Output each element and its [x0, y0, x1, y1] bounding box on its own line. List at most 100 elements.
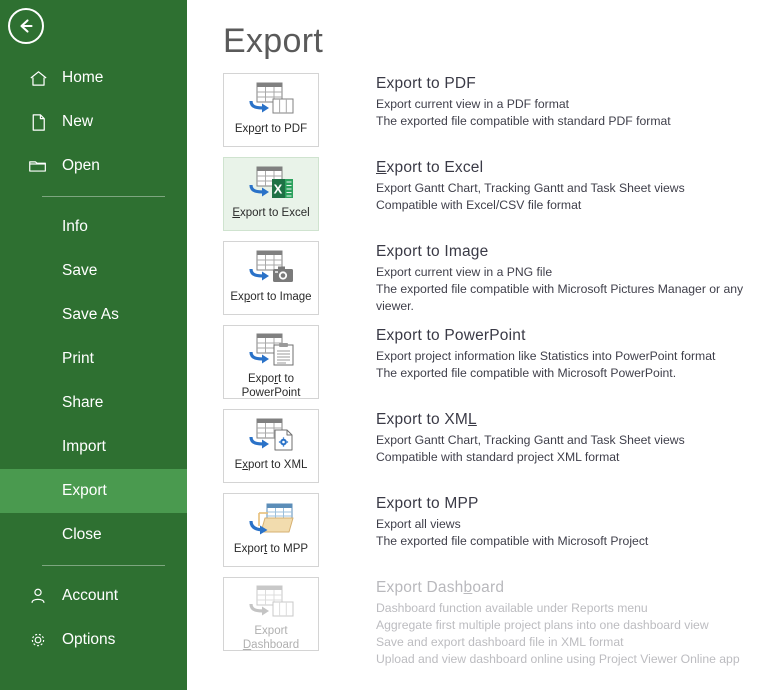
export-row-mpp: Export to MPP Export to MPP Export all v… — [223, 493, 768, 577]
option-title: Export to Image — [376, 243, 489, 260]
export-to-excel-icon: X — [245, 164, 297, 204]
export-dashboard-icon — [245, 584, 297, 622]
option-title: Export to PowerPoint — [376, 327, 526, 344]
export-to-xml-icon — [245, 416, 297, 456]
export-dashboard-description: Export Dashboard Dashboard function avai… — [376, 577, 740, 668]
option-line: Export Gantt Chart, Tracking Gantt and T… — [376, 433, 685, 447]
sidebar-item-export[interactable]: Export — [0, 469, 187, 513]
export-to-excel-button[interactable]: X Export to Excel — [223, 157, 319, 231]
option-line: Upload and view dashboard online using P… — [376, 652, 740, 666]
tile-label: Export to Image — [228, 290, 313, 304]
export-mpp-description: Export to MPP Export all views The expor… — [376, 493, 648, 550]
option-title: Export to PDF — [376, 75, 476, 92]
option-line: The exported file compatible with standa… — [376, 114, 671, 128]
sidebar-item-label: Print — [62, 350, 94, 367]
sidebar-item-label: Close — [62, 526, 102, 543]
sidebar-item-options[interactable]: Options — [0, 618, 187, 662]
backstage-export-screen: Home New Open Info Save Save As Print Sh… — [0, 0, 768, 690]
option-title: Export to XML — [376, 411, 477, 428]
option-line: Save and export dashboard file in XML fo… — [376, 635, 624, 649]
sidebar-item-label: Options — [62, 631, 116, 648]
sidebar-item-label: Account — [62, 587, 119, 604]
tile-label-line1: Export to Image — [230, 291, 312, 303]
sidebar-item-label: Home — [62, 69, 104, 86]
tile-label-line1: Export to PDF — [234, 123, 308, 135]
sidebar-item-label: New — [62, 113, 94, 130]
sidebar-item-save-as[interactable]: Save As — [0, 293, 187, 337]
export-to-pdf-button[interactable]: Export to PDF — [223, 73, 319, 147]
export-image-description: Export to Image Export current view in a… — [376, 241, 768, 315]
sidebar-item-print[interactable]: Print — [0, 337, 187, 381]
sidebar-divider-bottom — [42, 565, 165, 566]
option-line: Compatible with standard project XML for… — [376, 450, 620, 464]
export-row-image: Export to Image Export to Image Export c… — [223, 241, 768, 325]
sidebar-item-label: Import — [62, 438, 106, 455]
export-to-xml-button[interactable]: Export to XML — [223, 409, 319, 483]
export-xml-description: Export to XML Export Gantt Chart, Tracki… — [376, 409, 685, 466]
export-powerpoint-description: Export to PowerPoint Export project info… — [376, 325, 715, 382]
option-line: Aggregate first multiple project plans i… — [376, 618, 709, 632]
export-row-excel: X Export to Excel Export to Excel Export… — [223, 157, 768, 241]
tile-label-line1: Export to MPP — [233, 543, 309, 555]
export-to-powerpoint-icon — [245, 332, 297, 370]
sidebar-item-save[interactable]: Save — [0, 249, 187, 293]
sidebar-item-label: Export — [62, 482, 107, 499]
sidebar-item-label: Info — [62, 218, 88, 235]
sidebar-item-label: Open — [62, 157, 100, 174]
tile-label-line1: Export — [254, 625, 288, 637]
tile-label: Export Dashboard — [241, 624, 301, 652]
export-to-mpp-button[interactable]: Export to MPP — [223, 493, 319, 567]
option-title: Export to Excel — [376, 159, 484, 176]
tile-label: Export to MPP — [232, 542, 310, 556]
home-icon — [18, 68, 58, 89]
sidebar-item-label: Save As — [62, 306, 119, 323]
sidebar-divider-top — [42, 196, 165, 197]
export-to-powerpoint-button[interactable]: Export to PowerPoint — [223, 325, 319, 399]
sidebar-item-new[interactable]: New — [0, 100, 187, 144]
option-line: The exported file compatible with Micros… — [376, 534, 649, 548]
back-arrow-icon — [16, 16, 36, 36]
export-pdf-description: Export to PDF Export current view in a P… — [376, 73, 671, 130]
sidebar-item-share[interactable]: Share — [0, 381, 187, 425]
sidebar-item-home[interactable]: Home — [0, 56, 187, 100]
option-title: Export to MPP — [376, 495, 479, 512]
sidebar-bottom-group: Account Options — [0, 574, 187, 662]
option-title: Export Dashboard — [376, 579, 505, 596]
gear-icon — [18, 630, 58, 650]
option-line: Compatible with Excel/CSV file format — [376, 198, 582, 212]
sidebar-item-close[interactable]: Close — [0, 513, 187, 557]
sidebar-item-account[interactable]: Account — [0, 574, 187, 618]
option-line: Export all views — [376, 517, 461, 531]
option-line: Export project information like Statisti… — [376, 349, 716, 363]
sidebar-item-label: Save — [62, 262, 98, 279]
backstage-sidebar: Home New Open Info Save Save As Print Sh… — [0, 0, 187, 690]
tile-label: Export to XML — [233, 458, 310, 472]
tile-label-line2: PowerPoint — [241, 387, 301, 399]
export-to-image-icon — [245, 248, 297, 288]
sidebar-mid-group: Info Save Save As Print Share Import Exp… — [0, 205, 187, 557]
export-to-mpp-icon — [245, 500, 297, 540]
tile-label: Export to PDF — [233, 122, 309, 136]
sidebar-top-group: Home New Open — [0, 56, 187, 188]
tile-label: Export to Excel — [230, 206, 311, 220]
back-button[interactable] — [8, 8, 44, 44]
open-folder-icon — [18, 155, 58, 177]
tile-label-line1: Export to XML — [234, 459, 308, 471]
export-row-xml: Export to XML Export to XML Export Gantt… — [223, 409, 768, 493]
new-document-icon — [18, 112, 58, 133]
export-dashboard-button: Export Dashboard — [223, 577, 319, 651]
sidebar-item-import[interactable]: Import — [0, 425, 187, 469]
page-title: Export — [223, 22, 324, 60]
sidebar-item-open[interactable]: Open — [0, 144, 187, 188]
option-line: Export current view in a PNG file — [376, 265, 553, 279]
export-main-panel: Export Export to PDF Export to PDF Expor… — [187, 0, 768, 690]
tile-label-line1: Export to — [247, 373, 295, 385]
export-row-dashboard: Export Dashboard Export Dashboard Dashbo… — [223, 577, 768, 673]
sidebar-item-info[interactable]: Info — [0, 205, 187, 249]
option-line: Dashboard function available under Repor… — [376, 601, 648, 615]
tile-label: Export to PowerPoint — [240, 372, 303, 400]
svg-text:X: X — [274, 182, 283, 197]
tile-label-line2: Dashboard — [242, 639, 300, 651]
export-row-pdf: Export to PDF Export to PDF Export curre… — [223, 73, 768, 157]
export-to-image-button[interactable]: Export to Image — [223, 241, 319, 315]
